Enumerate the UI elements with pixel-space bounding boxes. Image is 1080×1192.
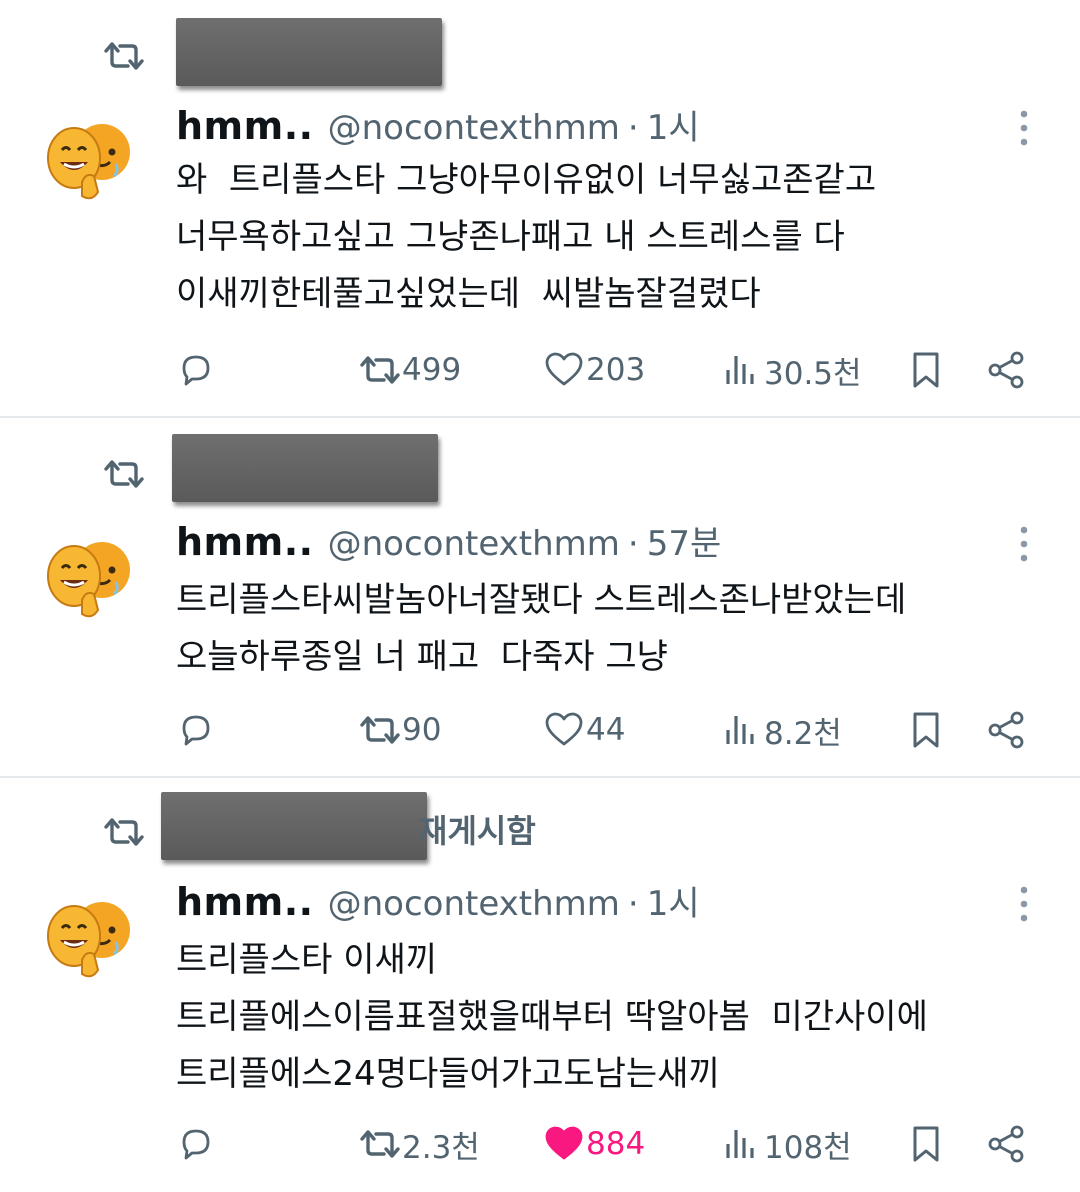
repost-label-suffix: 재게시함 bbox=[418, 812, 536, 850]
repost-count: 2.3천 bbox=[402, 1129, 480, 1166]
emoji-avatar bbox=[47, 902, 130, 978]
repost-indicator-icon bbox=[104, 812, 144, 852]
like-button[interactable]: 884 bbox=[544, 1120, 645, 1168]
reply-icon bbox=[182, 355, 210, 386]
more-vertical-icon[interactable] bbox=[1016, 524, 1032, 564]
views-button[interactable]: 8.2천 bbox=[722, 706, 842, 754]
repost-icon bbox=[104, 460, 144, 488]
header-separator: · bbox=[627, 884, 639, 924]
author-name[interactable]: hmm.. bbox=[176, 104, 314, 148]
header-separator: · bbox=[627, 108, 639, 148]
repost-indicator-icon bbox=[104, 454, 144, 494]
post-divider bbox=[0, 776, 1080, 778]
author-handle[interactable]: @nocontexthmm bbox=[328, 108, 620, 148]
heart-icon bbox=[545, 712, 583, 746]
reply-icon bbox=[182, 1129, 210, 1160]
heart-icon bbox=[545, 1126, 583, 1160]
post-header: hmm.. @nocontexthmm · 57분 bbox=[176, 516, 721, 565]
post-text-line: 와 트리플스타 그냥아무이유없이 너무싫고존같고 bbox=[176, 160, 877, 200]
views-count: 8.2천 bbox=[764, 715, 842, 752]
avatar[interactable] bbox=[42, 890, 134, 982]
share-icon bbox=[988, 1125, 1024, 1163]
repost-count: 90 bbox=[402, 712, 442, 748]
bookmark-icon bbox=[913, 1126, 939, 1162]
like-button[interactable]: 44 bbox=[544, 706, 625, 754]
like-button[interactable]: 203 bbox=[544, 346, 645, 394]
avatar[interactable] bbox=[42, 530, 134, 622]
action-bar: 90 44 8.2천 bbox=[176, 706, 1036, 754]
repost-icon bbox=[360, 1130, 400, 1158]
post-text-line: 트리플에스이름표절했을때부터 딱알아봄 미간사이에 bbox=[176, 997, 928, 1037]
author-name[interactable]: hmm.. bbox=[176, 520, 314, 564]
redacted-reposter bbox=[172, 434, 438, 502]
post-header: hmm.. @nocontexthmm · 1시 bbox=[176, 876, 700, 925]
views-icon bbox=[726, 1130, 754, 1158]
repost-button[interactable]: 499 bbox=[360, 346, 461, 394]
post-time[interactable]: 57분 bbox=[647, 516, 722, 565]
post-text-line: 트리플에스24명다들어가고도남는새끼 bbox=[176, 1054, 720, 1094]
author-handle[interactable]: @nocontexthmm bbox=[328, 884, 620, 924]
post-divider bbox=[0, 416, 1080, 418]
post-text-line: 오늘하루종일 너 패고 다죽자 그냥 bbox=[176, 637, 668, 677]
emoji-avatar bbox=[47, 542, 130, 618]
post-text-line: 트리플스타 이새끼 bbox=[176, 940, 438, 980]
action-bar: 499 203 30.5천 bbox=[176, 346, 1036, 394]
post-text-line: 트리플스타씨발놈아너잘됐다 스트레스존나받았는데 bbox=[176, 580, 907, 620]
author-name[interactable]: hmm.. bbox=[176, 880, 314, 924]
share-button[interactable] bbox=[986, 706, 1026, 754]
post-time[interactable]: 1시 bbox=[647, 876, 700, 925]
like-count: 44 bbox=[586, 712, 626, 748]
views-button[interactable]: 30.5천 bbox=[722, 346, 862, 394]
post-text: 트리플스타 이새끼트리플에스이름표절했을때부터 딱알아봄 미간사이에트리플에스2… bbox=[176, 932, 928, 1103]
more-vertical-icon[interactable] bbox=[1016, 884, 1032, 924]
post-text-line: 너무욕하고싶고 그냥존나패고 내 스트레스를 다 bbox=[176, 217, 845, 257]
post-text: 트리플스타씨발놈아너잘됐다 스트레스존나받았는데오늘하루종일 너 패고 다죽자 … bbox=[176, 572, 906, 686]
repost-button[interactable]: 90 bbox=[360, 706, 441, 754]
bookmark-icon bbox=[913, 352, 939, 388]
share-button[interactable] bbox=[986, 1120, 1026, 1168]
more-vertical-icon[interactable] bbox=[1016, 108, 1032, 148]
views-button[interactable]: 108천 bbox=[722, 1120, 852, 1168]
header-separator: · bbox=[627, 524, 639, 564]
avatar[interactable] bbox=[42, 112, 134, 204]
repost-button[interactable]: 2.3천 bbox=[360, 1120, 480, 1168]
reply-button[interactable] bbox=[176, 706, 218, 754]
views-icon bbox=[726, 356, 754, 384]
reply-icon bbox=[182, 715, 210, 746]
heart-icon bbox=[545, 352, 583, 386]
share-icon bbox=[988, 351, 1024, 389]
views-count: 108천 bbox=[764, 1129, 852, 1166]
repost-indicator-icon bbox=[104, 36, 144, 76]
share-button[interactable] bbox=[986, 346, 1026, 394]
post-text: 와 트리플스타 그냥아무이유없이 너무싫고존같고너무욕하고싶고 그냥존나패고 내… bbox=[176, 152, 876, 323]
emoji-avatar bbox=[47, 124, 130, 200]
bookmark-button[interactable] bbox=[906, 1120, 946, 1168]
redacted-reposter bbox=[176, 18, 442, 86]
post-header: hmm.. @nocontexthmm · 1시 bbox=[176, 100, 700, 149]
bookmark-button[interactable] bbox=[906, 706, 946, 754]
views-icon bbox=[726, 716, 754, 744]
reply-button[interactable] bbox=[176, 1120, 218, 1168]
like-count: 884 bbox=[586, 1126, 646, 1162]
repost-icon bbox=[360, 356, 400, 384]
like-count: 203 bbox=[586, 352, 646, 388]
bookmark-button[interactable] bbox=[906, 346, 946, 394]
action-bar: 2.3천 884 108천 bbox=[176, 1120, 1036, 1168]
share-icon bbox=[988, 711, 1024, 749]
reply-button[interactable] bbox=[176, 346, 218, 394]
repost-icon bbox=[360, 716, 400, 744]
repost-count: 499 bbox=[402, 352, 462, 388]
post-text-line: 이새끼한테풀고싶었는데 씨발놈잘걸렸다 bbox=[176, 274, 761, 314]
bookmark-icon bbox=[913, 712, 939, 748]
views-count: 30.5천 bbox=[764, 355, 862, 392]
redacted-reposter bbox=[161, 792, 427, 860]
post-time[interactable]: 1시 bbox=[647, 100, 700, 149]
author-handle[interactable]: @nocontexthmm bbox=[328, 524, 620, 564]
repost-icon bbox=[104, 42, 144, 70]
repost-icon bbox=[104, 818, 144, 846]
